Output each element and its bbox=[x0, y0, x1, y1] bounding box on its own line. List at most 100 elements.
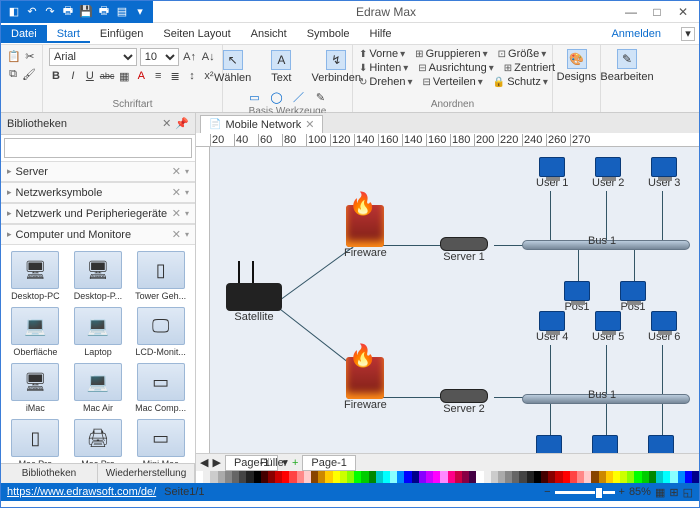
shape-rect-icon[interactable]: ▭ bbox=[247, 89, 263, 105]
sidebar-pin-icon[interactable]: 📌 bbox=[175, 117, 189, 130]
tab-insert[interactable]: Einfügen bbox=[90, 25, 153, 43]
qat-menu-icon[interactable]: ◧ bbox=[7, 5, 21, 19]
distribute-btn[interactable]: ⊟ Verteilen▾ bbox=[423, 76, 483, 88]
highlight-icon[interactable]: ▦ bbox=[117, 68, 131, 84]
status-url[interactable]: https://www.edrawsoft.com/de/ bbox=[7, 486, 156, 498]
cat-network-peripherals[interactable]: Netzwerk und Peripheriegeräte✕▾ bbox=[1, 203, 195, 224]
library-item[interactable]: 🖨Mac Pro bbox=[68, 417, 129, 463]
library-item[interactable]: ▭Mini Mac bbox=[130, 417, 191, 463]
undo-icon[interactable]: ↶ bbox=[25, 5, 39, 19]
library-item[interactable]: ▭Mac Comp... bbox=[130, 361, 191, 415]
italic-button[interactable]: I bbox=[66, 68, 80, 84]
node-user-3[interactable]: User 3 bbox=[648, 157, 680, 189]
shape-line-icon[interactable]: ／ bbox=[291, 89, 307, 105]
cut-icon[interactable]: ✂ bbox=[24, 48, 36, 64]
sidebar-tab-libraries[interactable]: Bibliotheken bbox=[1, 464, 98, 483]
node-user-1[interactable]: User 1 bbox=[536, 157, 568, 189]
canvas[interactable]: Satellite Fireware Fireware Server 1 Ser… bbox=[196, 147, 699, 453]
library-item[interactable]: 💻Oberfläche bbox=[5, 305, 66, 359]
login-link[interactable]: Anmelden bbox=[611, 28, 681, 40]
shape-pencil-icon[interactable]: ✎ bbox=[313, 89, 329, 105]
library-item[interactable]: 🖥iMac bbox=[5, 361, 66, 415]
size-btn[interactable]: ⊡ Größe▾ bbox=[498, 48, 547, 60]
page-add-icon[interactable]: + bbox=[292, 457, 298, 469]
sidebar-close-icon[interactable]: ✕ bbox=[162, 117, 171, 130]
library-item[interactable]: 🖥Desktop-PC bbox=[5, 249, 66, 303]
library-item[interactable]: 🖵LCD-Monit... bbox=[130, 305, 191, 359]
bullets-icon[interactable]: ≡ bbox=[151, 68, 165, 84]
zoom-in-icon[interactable]: + bbox=[619, 486, 625, 498]
cat-server[interactable]: Server✕▾ bbox=[1, 161, 195, 182]
node-user-5[interactable]: User 5 bbox=[592, 311, 624, 343]
node-pc-bottom-2[interactable] bbox=[592, 435, 618, 453]
grid-icon[interactable]: ▤ bbox=[115, 5, 129, 19]
tab-view[interactable]: Ansicht bbox=[241, 25, 297, 43]
close-button[interactable]: ✕ bbox=[671, 5, 695, 19]
qat-dropdown-icon[interactable]: ▾ bbox=[133, 5, 147, 19]
doc-tab-close-icon[interactable]: ✕ bbox=[305, 118, 314, 131]
spacing-icon[interactable]: ↕ bbox=[185, 68, 199, 84]
strike-button[interactable]: abc bbox=[100, 68, 115, 84]
redo-icon[interactable]: ↷ bbox=[43, 5, 57, 19]
paste-icon[interactable]: 📋 bbox=[7, 48, 21, 64]
font-size-select[interactable]: 10 bbox=[140, 48, 179, 66]
zoom-out-icon[interactable]: − bbox=[544, 486, 550, 498]
bold-button[interactable]: B bbox=[49, 68, 63, 84]
tab-page-layout[interactable]: Seiten Layout bbox=[153, 25, 240, 43]
library-item[interactable]: ▯Mac Pro bbox=[5, 417, 66, 463]
font-family-select[interactable]: Arial bbox=[49, 48, 137, 66]
node-pos-2[interactable]: Pos1 bbox=[620, 281, 646, 313]
node-fireware-1[interactable]: Fireware bbox=[344, 205, 387, 259]
node-server-1[interactable]: Server 1 bbox=[440, 237, 488, 263]
text-tool[interactable]: AText bbox=[265, 48, 297, 86]
edit-button[interactable]: ✎Bearbeiten bbox=[594, 47, 659, 85]
node-satellite[interactable]: Satellite bbox=[226, 283, 282, 323]
align-btn[interactable]: ⊟ Ausrichtung▾ bbox=[418, 62, 494, 74]
node-user-2[interactable]: User 2 bbox=[592, 157, 624, 189]
collapse-ribbon-icon[interactable]: ▾ bbox=[681, 27, 695, 41]
view-mode-2-icon[interactable]: ⊞ bbox=[669, 486, 678, 499]
rotate-btn[interactable]: ↻ Drehen▾ bbox=[359, 76, 413, 88]
shape-oval-icon[interactable]: ◯ bbox=[269, 89, 285, 105]
view-mode-3-icon[interactable]: ◱ bbox=[683, 486, 693, 499]
color-swatches[interactable] bbox=[196, 471, 699, 483]
library-item[interactable]: ▯Tower Geh... bbox=[130, 249, 191, 303]
node-pc-bottom-1[interactable] bbox=[536, 435, 562, 453]
doc-tab-mobile-network[interactable]: Mobile Network✕ bbox=[200, 115, 323, 133]
tab-symbols[interactable]: Symbole bbox=[297, 25, 360, 43]
node-server-2[interactable]: Server 2 bbox=[440, 389, 488, 415]
zoom-slider[interactable] bbox=[555, 491, 615, 494]
cat-computers[interactable]: Computer und Monitore✕▾ bbox=[1, 224, 195, 245]
protect-btn[interactable]: 🔒 Schutz▾ bbox=[493, 76, 548, 88]
maximize-button[interactable]: □ bbox=[645, 5, 669, 19]
library-item[interactable]: 💻Mac Air bbox=[68, 361, 129, 415]
node-pos-1[interactable]: Pos1 bbox=[564, 281, 590, 313]
center-btn[interactable]: ⊞ Zentriert bbox=[504, 62, 555, 74]
view-mode-1-icon[interactable]: ▦ bbox=[655, 486, 665, 499]
save-icon[interactable]: 💾 bbox=[79, 5, 93, 19]
align-icon[interactable]: ≣ bbox=[168, 68, 182, 84]
node-pc-bottom-3[interactable] bbox=[648, 435, 674, 453]
send-back[interactable]: ⬇ Hinten▾ bbox=[359, 62, 408, 74]
library-item[interactable]: 💻Laptop bbox=[68, 305, 129, 359]
node-user-4[interactable]: User 4 bbox=[536, 311, 568, 343]
print2-icon[interactable]: 🖶 bbox=[97, 5, 111, 19]
file-menu[interactable]: Datei bbox=[1, 25, 47, 43]
brush-icon[interactable]: 🖌 bbox=[22, 66, 36, 82]
bring-front[interactable]: ⬆ Vorne▾ bbox=[359, 48, 405, 60]
minimize-button[interactable]: — bbox=[619, 5, 643, 19]
node-user-6[interactable]: User 6 bbox=[648, 311, 680, 343]
page-prev-icon[interactable]: ◀ bbox=[200, 456, 208, 469]
font-color-icon[interactable]: A bbox=[134, 68, 148, 84]
cat-network-symbols[interactable]: Netzwerksymbole✕▾ bbox=[1, 182, 195, 203]
sidebar-tab-recovery[interactable]: Wiederherstellung bbox=[98, 464, 195, 483]
select-tool[interactable]: ↖Wählen bbox=[208, 48, 257, 86]
page-tab-2[interactable]: Page-1 bbox=[302, 455, 355, 471]
group-btn[interactable]: ⊞ Gruppieren▾ bbox=[415, 48, 487, 60]
node-fireware-2[interactable]: Fireware bbox=[344, 357, 387, 411]
copy-icon[interactable]: ⧉ bbox=[7, 66, 19, 82]
tab-help[interactable]: Hilfe bbox=[360, 25, 402, 43]
sidebar-search-input[interactable] bbox=[4, 138, 192, 158]
print-icon[interactable]: 🖶 bbox=[61, 5, 75, 19]
underline-button[interactable]: U bbox=[83, 68, 97, 84]
